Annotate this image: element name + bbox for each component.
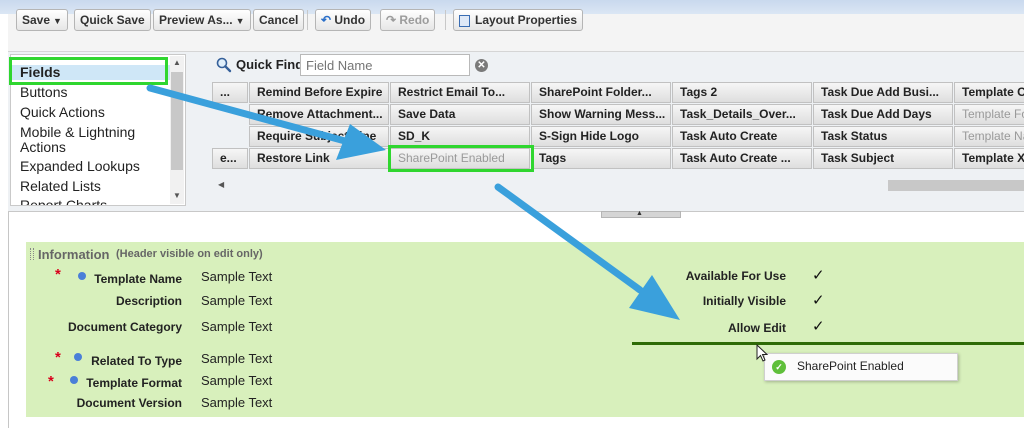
category-actions[interactable]: Actions (11, 140, 171, 155)
field-tile[interactable]: Template XI (954, 148, 1024, 169)
field-tile[interactable]: Task Due Add Busi... (813, 82, 953, 103)
field-label[interactable]: Description (2, 294, 182, 308)
redo-label: Redo (399, 13, 430, 27)
save-label: Save (22, 13, 51, 27)
category-expanded-lookups[interactable]: Expanded Lookups (11, 159, 171, 174)
category-quick-actions[interactable]: Quick Actions (11, 105, 171, 120)
drag-tooltip-label: SharePoint Enabled (797, 359, 904, 373)
section-title: Information (38, 247, 110, 262)
field-value: Sample Text (201, 351, 273, 366)
redo-icon: ↷ (386, 13, 400, 27)
clear-search-icon[interactable]: ✕ (475, 59, 488, 72)
field-tile[interactable]: SD_K (390, 126, 530, 147)
highlight-sharepoint-tile (388, 145, 534, 172)
undo-button[interactable]: ↶ Undo (315, 9, 372, 31)
highlight-fields-category (9, 57, 168, 85)
field-tile[interactable]: ... (212, 82, 248, 103)
layout-properties-label: Layout Properties (475, 13, 578, 27)
field-tile[interactable]: Require Subject Line (249, 126, 389, 147)
field-label[interactable]: Initially Visible (606, 294, 786, 308)
field-tile[interactable]: Task Auto Create (672, 126, 812, 147)
field-value: Sample Text (201, 395, 273, 410)
category-buttons[interactable]: Buttons (11, 85, 171, 100)
checkmark-icon: ✓ (812, 267, 825, 284)
field-value: Sample Text (201, 293, 273, 308)
field-tile[interactable]: Remind Before Expire (249, 82, 389, 103)
mouse-cursor-icon (756, 344, 769, 362)
preview-as-label: Preview As... (159, 13, 233, 27)
category-report-charts[interactable]: Report Charts (11, 198, 171, 206)
field-label[interactable]: Document Version (2, 396, 182, 410)
field-tile[interactable]: Template Na (954, 126, 1024, 147)
layout-properties-button[interactable]: Layout Properties (453, 9, 584, 31)
field-tile[interactable]: Save Data (390, 104, 530, 125)
scroll-down-icon[interactable]: ▼ (173, 191, 181, 200)
category-mobile-lightning[interactable]: Mobile & Lightning (11, 125, 171, 140)
scroll-up-icon[interactable]: ▲ (173, 58, 181, 67)
checkmark-icon: ✓ (812, 318, 825, 335)
section-subtitle: (Header visible on edit only) (116, 248, 263, 260)
save-button[interactable]: Save ▼ (16, 9, 68, 31)
drop-indicator (632, 342, 1024, 345)
category-related-lists[interactable]: Related Lists (11, 179, 171, 194)
field-label[interactable]: Document Category (2, 320, 182, 334)
quick-find-label: Quick Find (236, 57, 304, 72)
field-tile[interactable]: Restrict Email To... (390, 82, 530, 103)
field-tile[interactable]: Restore Link (249, 148, 389, 169)
field-grid: ... e... Remind Before Expire Remove Att… (212, 82, 1024, 172)
field-tile[interactable]: S-Sign Hide Logo (531, 126, 671, 147)
preview-as-button[interactable]: Preview As... ▼ (153, 9, 251, 31)
magnifier-icon (216, 57, 232, 73)
scroll-left-icon[interactable]: ◀ (218, 180, 224, 189)
undo-icon: ↶ (321, 13, 335, 27)
field-label[interactable]: Available For Use (606, 269, 786, 283)
toolbar-separator (307, 10, 308, 30)
field-value: Sample Text (201, 319, 273, 334)
layout-properties-icon (459, 14, 470, 27)
collapse-up-icon[interactable]: ▲ (636, 210, 643, 217)
field-value: Sample Text (201, 373, 273, 388)
field-tile[interactable]: e... (212, 148, 248, 169)
field-tile[interactable]: Tags 2 (672, 82, 812, 103)
undo-label: Undo (334, 13, 366, 27)
field-grid-scrollbar-thumb[interactable] (888, 180, 1024, 191)
field-label[interactable]: Related To Type (2, 354, 182, 368)
field-tile[interactable]: Task Auto Create ... (672, 148, 812, 169)
field-tile[interactable]: Task Subject (813, 148, 953, 169)
quick-save-button[interactable]: Quick Save (74, 9, 151, 31)
field-label[interactable]: Template Format (2, 376, 182, 390)
category-scrollbar-thumb[interactable] (171, 72, 183, 170)
field-tile[interactable]: Tags (531, 148, 671, 169)
toolbar-separator (445, 10, 446, 30)
field-tile[interactable]: Remove Attachment... (249, 104, 389, 125)
save-dropdown-icon[interactable]: ▼ (53, 16, 62, 26)
quick-find-input[interactable] (300, 54, 470, 76)
field-label[interactable]: Template Name (2, 272, 182, 286)
checkmark-icon: ✓ (812, 292, 825, 309)
field-tile[interactable]: Task_Details_Over... (672, 104, 812, 125)
redo-button[interactable]: ↷ Redo (380, 9, 436, 31)
field-tile[interactable]: Task Due Add Days (813, 104, 953, 125)
cancel-button[interactable]: Cancel (253, 9, 305, 31)
preview-dropdown-icon[interactable]: ▼ (236, 16, 245, 26)
field-tile[interactable]: Show Warning Mess... (531, 104, 671, 125)
field-tile[interactable]: SharePoint Folder... (531, 82, 671, 103)
drag-handle-icon[interactable] (30, 248, 34, 260)
field-tile[interactable]: Template Fo (954, 104, 1024, 125)
field-label[interactable]: Allow Edit (606, 321, 786, 335)
field-tile[interactable]: Template C (954, 82, 1024, 103)
field-value: Sample Text (201, 269, 273, 284)
check-circle-icon: ✓ (772, 360, 786, 374)
field-tile[interactable]: Task Status (813, 126, 953, 147)
